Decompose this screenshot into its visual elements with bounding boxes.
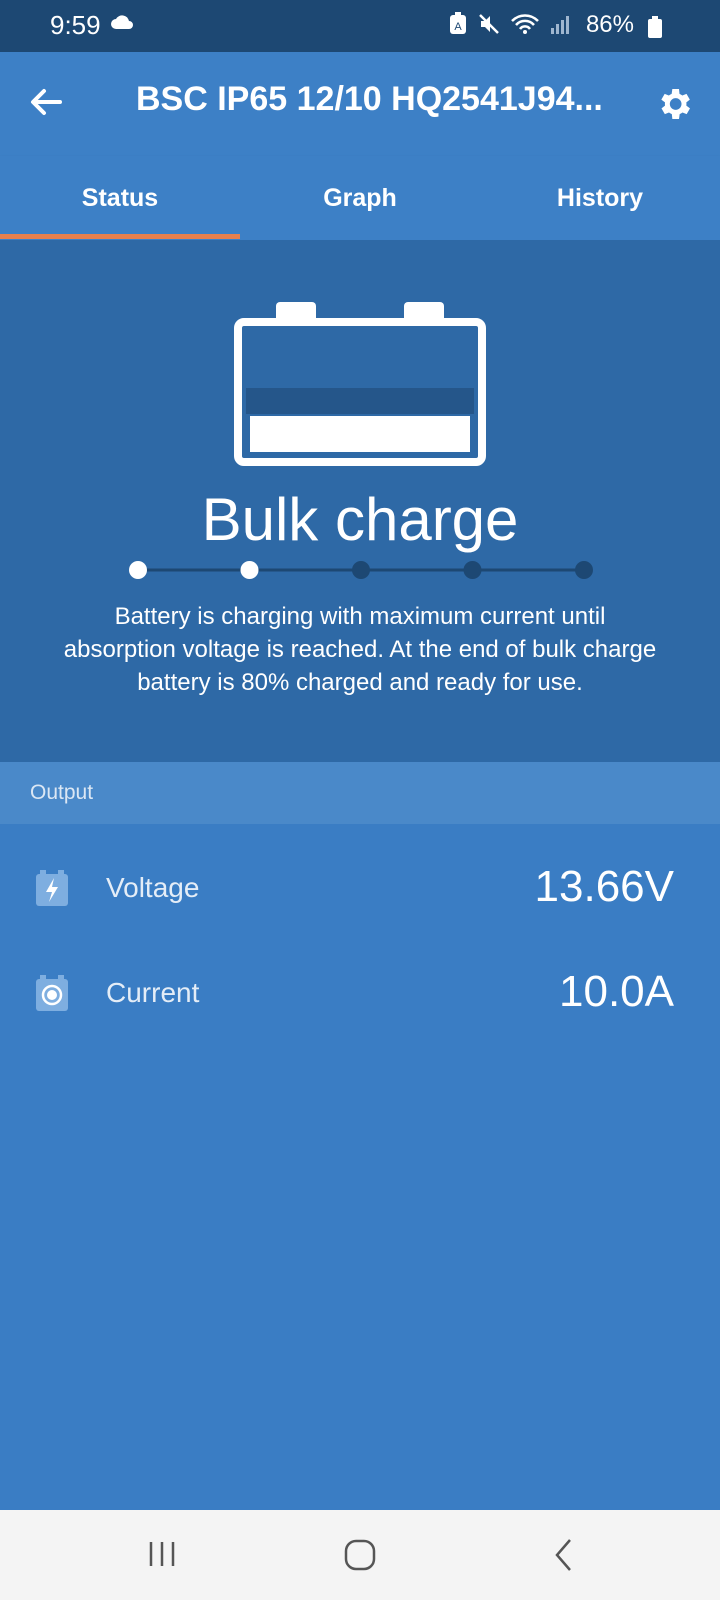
voltage-row: Voltage 13.66V <box>0 838 720 938</box>
back-nav-button[interactable] <box>540 1532 590 1578</box>
charge-step-indicator <box>129 561 593 579</box>
output-section-header: Output <box>0 762 720 824</box>
back-button[interactable] <box>26 82 66 122</box>
tab-status[interactable]: Status <box>0 156 240 240</box>
tab-indicator <box>0 234 240 239</box>
charge-step-3 <box>352 561 370 579</box>
charge-step-4 <box>463 561 482 579</box>
app-bar: BSC IP65 12/10 HQ2541J94... <box>0 52 720 156</box>
voltage-label: Voltage <box>106 872 200 903</box>
signal-icon <box>550 14 570 39</box>
arrow-left-icon <box>31 89 62 115</box>
status-time: 9:59 <box>50 10 101 40</box>
battery-charge-icon <box>232 298 488 468</box>
device-title: BSC IP65 12/10 HQ2541J94... <box>136 80 603 118</box>
svg-text:A: A <box>454 21 462 33</box>
cloud-icon <box>110 14 134 35</box>
tab-history[interactable]: History <box>480 156 720 240</box>
charge-step-1 <box>129 561 147 579</box>
recent-apps-icon <box>149 1542 175 1566</box>
home-button[interactable] <box>336 1532 386 1578</box>
current-value: 10.0A <box>559 967 674 1016</box>
charge-state-panel: Bulk charge Battery is charging with max… <box>0 240 720 762</box>
current-row: Current 10.0A <box>0 943 720 1043</box>
current-label: Current <box>106 977 200 1008</box>
status-bar: 9:59 A 86% <box>0 0 720 52</box>
battery-dot-icon <box>34 973 70 1013</box>
charge-state-title: Bulk charge <box>201 486 519 553</box>
battery-percent: 86% <box>585 11 634 38</box>
output-section-label: Output <box>30 781 94 804</box>
wifi-icon <box>510 13 540 40</box>
tab-graph[interactable]: Graph <box>240 156 480 240</box>
settings-button[interactable] <box>654 84 694 124</box>
battery-bolt-icon <box>34 868 70 908</box>
system-nav-bar <box>0 1510 720 1600</box>
auto-icon: A <box>448 12 468 41</box>
recent-apps-button[interactable] <box>138 1532 188 1578</box>
gear-icon <box>661 89 690 119</box>
chevron-left-icon <box>555 1539 571 1571</box>
charge-step-2 <box>240 561 259 579</box>
charge-state-description: Battery is charging with maximum current… <box>63 603 657 696</box>
voltage-value: 13.66V <box>534 862 674 911</box>
charge-step-5 <box>575 561 593 579</box>
mute-icon <box>478 13 500 40</box>
home-icon <box>344 1539 376 1571</box>
tab-bar: Status Graph History <box>0 156 720 240</box>
battery-icon <box>648 16 662 43</box>
